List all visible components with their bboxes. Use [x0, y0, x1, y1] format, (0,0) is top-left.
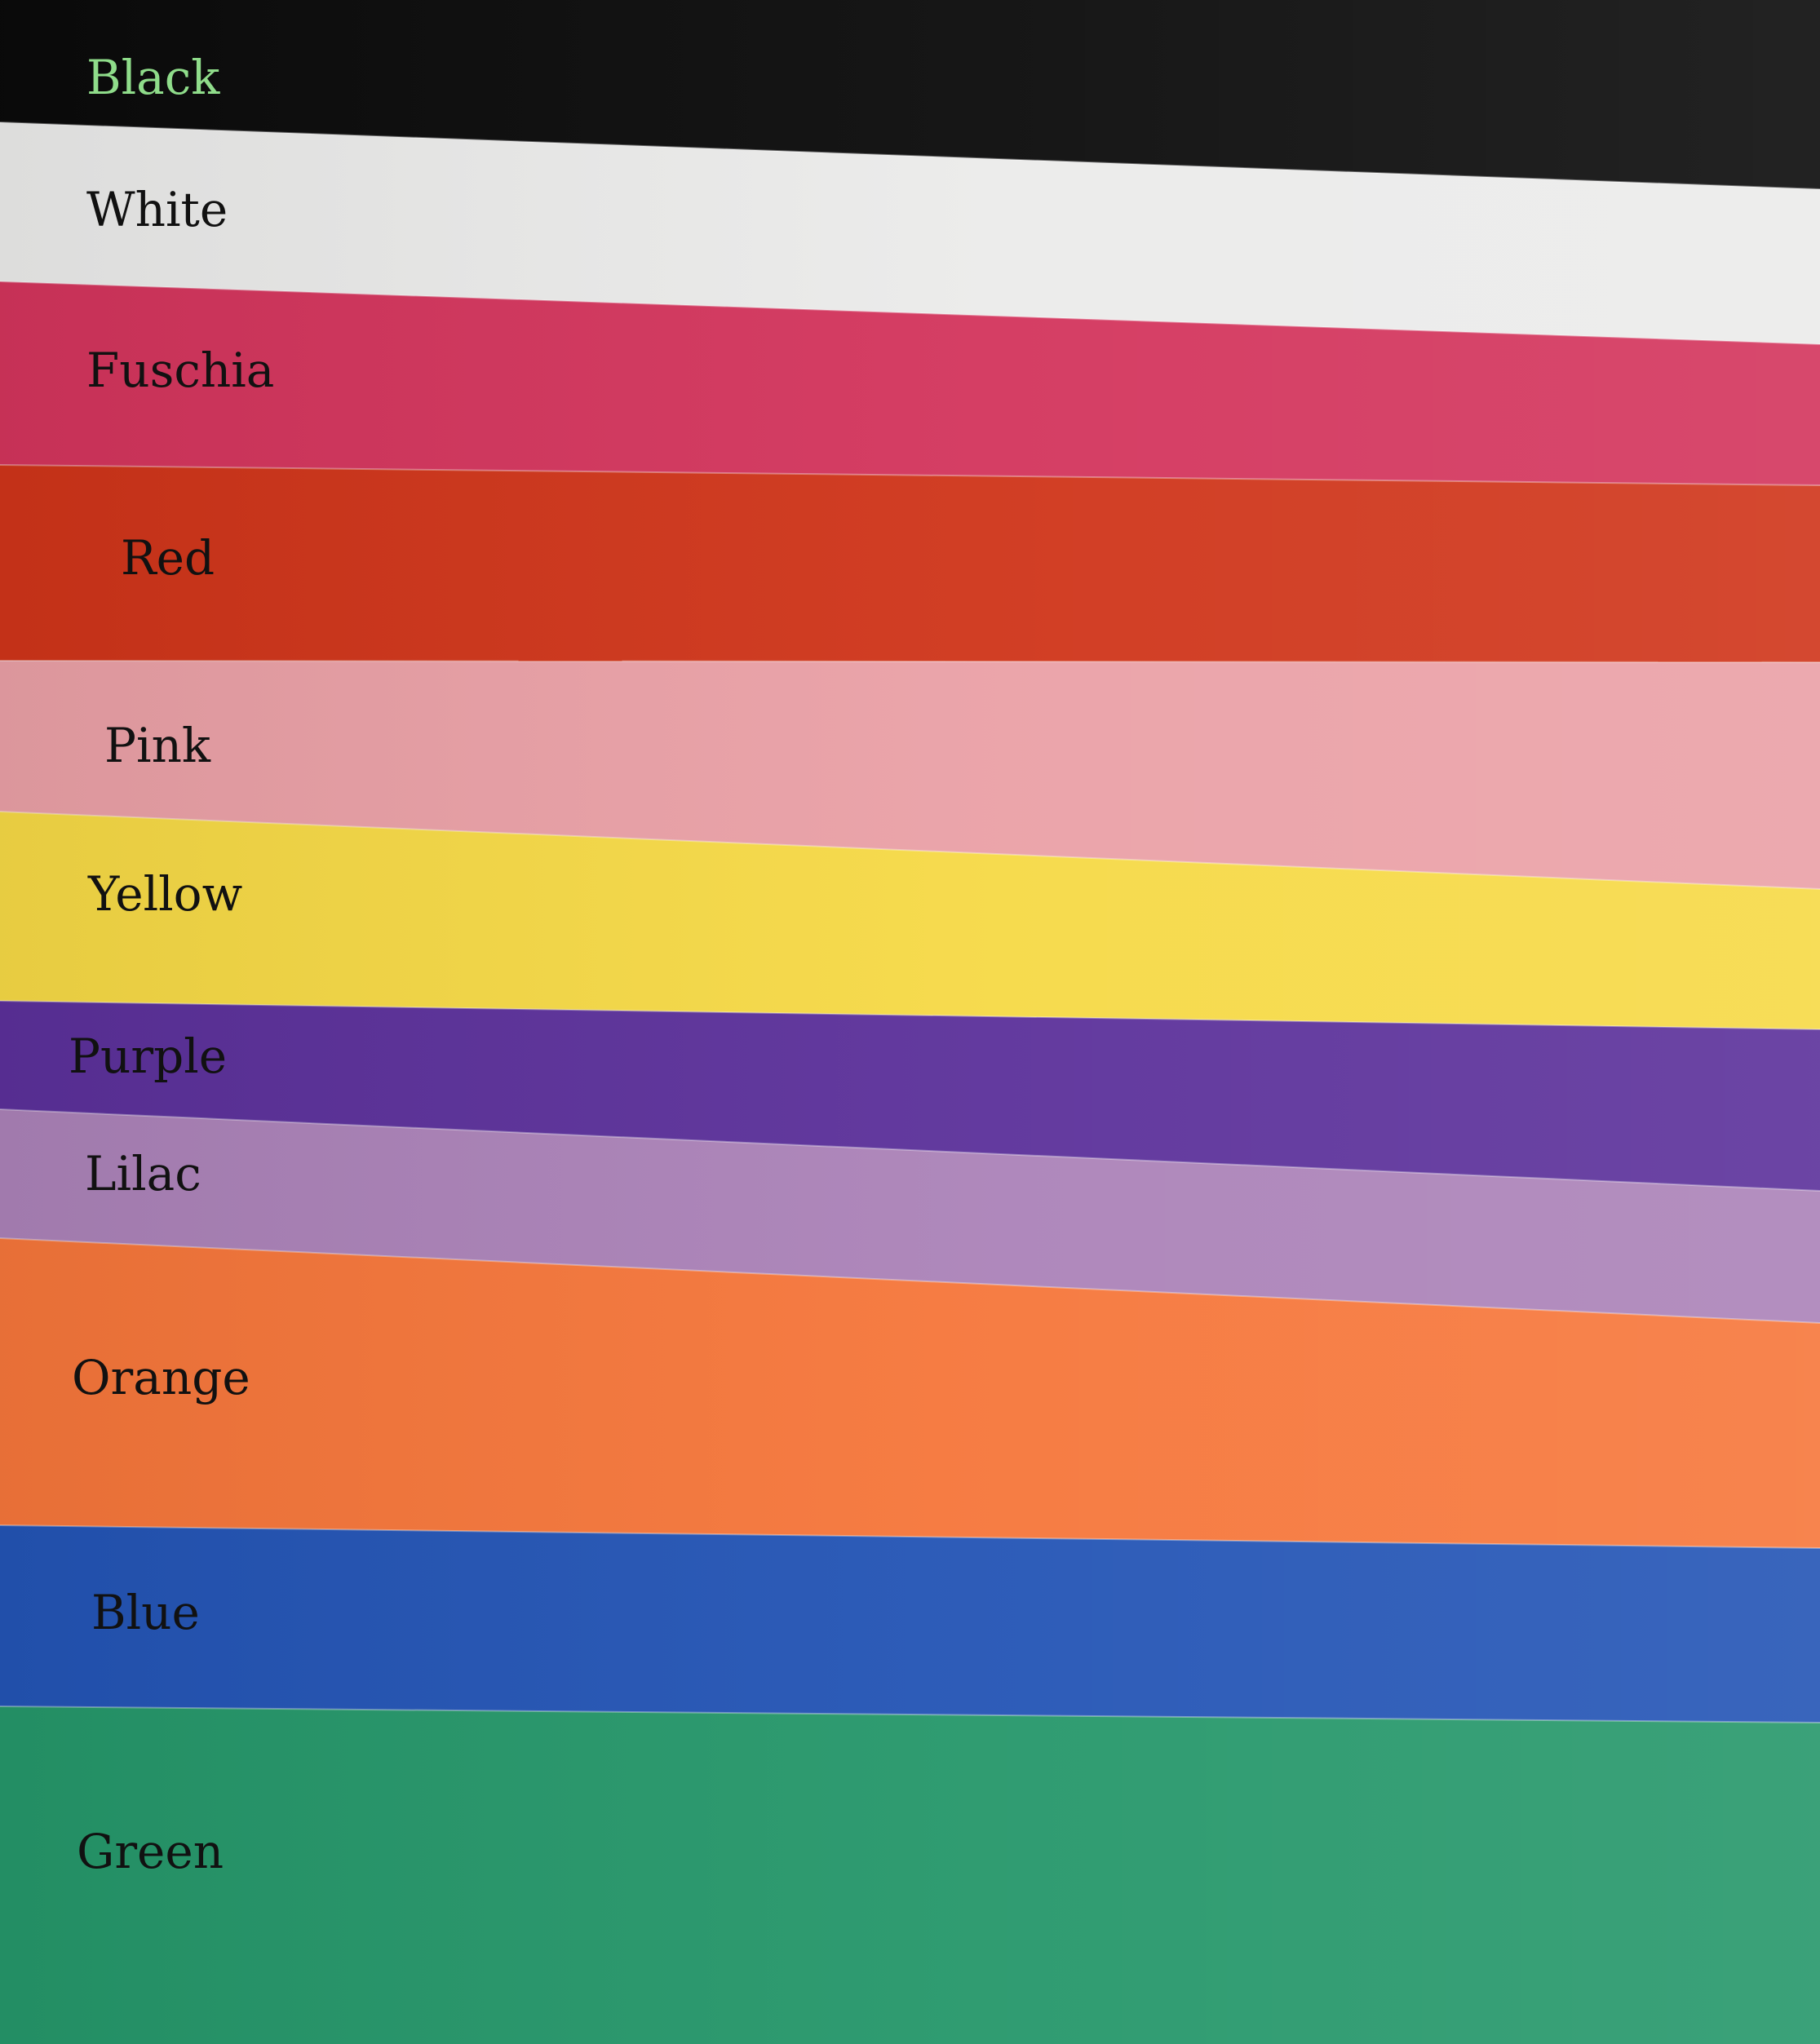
- color-bands: [0, 0, 1820, 2044]
- label-black: Black: [86, 50, 220, 105]
- color-swatch-photo: Black White Fuschia Red Pink Yellow Purp…: [0, 0, 1820, 2044]
- label-purple: Purple: [69, 1029, 228, 1084]
- label-blue: Blue: [91, 1585, 200, 1640]
- label-lilac: Lilac: [85, 1146, 201, 1201]
- label-yellow: Yellow: [88, 866, 243, 922]
- label-pink: Pink: [104, 718, 211, 773]
- label-fuschia: Fuschia: [86, 343, 275, 398]
- label-white: White: [86, 182, 228, 237]
- label-orange: Orange: [72, 1350, 250, 1405]
- label-red: Red: [121, 530, 215, 586]
- glossy-sheen: [0, 0, 1820, 2044]
- label-green: Green: [77, 1824, 224, 1879]
